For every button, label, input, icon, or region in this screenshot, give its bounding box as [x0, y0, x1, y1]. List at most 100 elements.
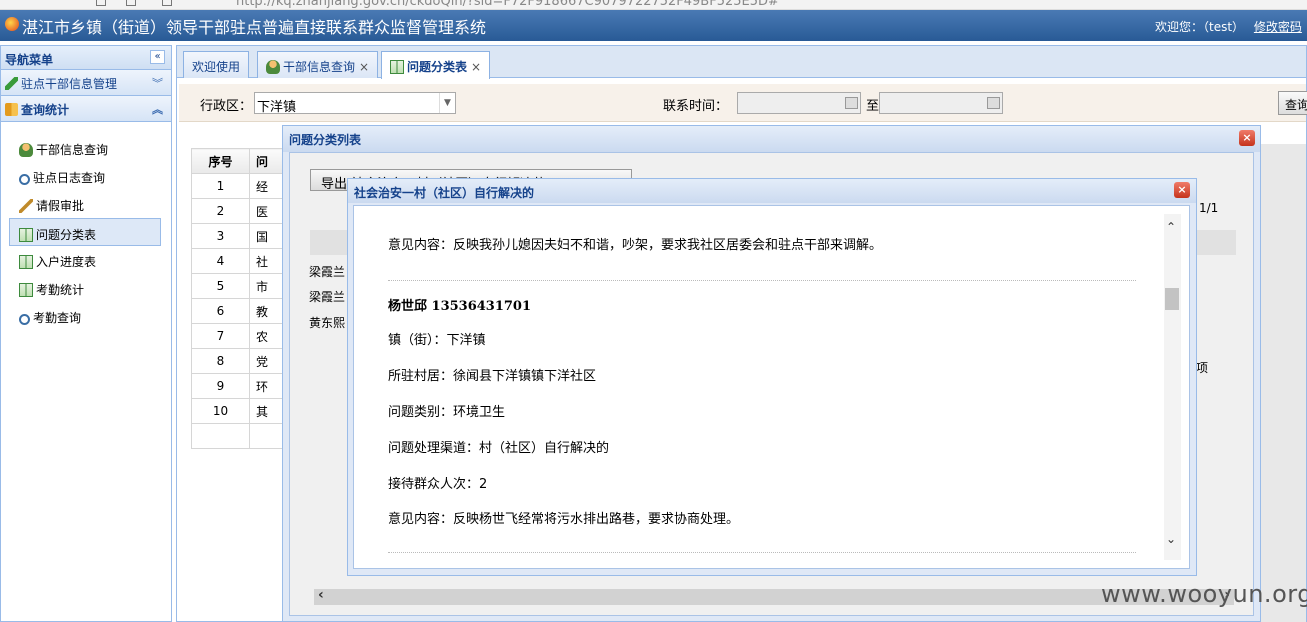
- chevron-left-icon[interactable]: ‹: [318, 587, 324, 603]
- sidebar-item-attendance-query[interactable]: 考勤查询: [1, 302, 171, 330]
- opinion-text: 意见内容：反映杨世飞经常将污水排出路巷，要求协商处理。: [388, 512, 740, 527]
- cell-no: 3: [191, 223, 250, 249]
- close-icon[interactable]: ×: [1239, 130, 1255, 146]
- cell-no: 6: [191, 298, 250, 324]
- close-icon[interactable]: ×: [1174, 182, 1190, 198]
- home-icon[interactable]: [126, 0, 136, 6]
- user-icon: [266, 60, 280, 74]
- divider: [388, 280, 1136, 281]
- sidebar-item-attendance-stats[interactable]: 考勤统计: [1, 274, 171, 302]
- table-icon: [19, 255, 33, 269]
- book-icon: [5, 103, 18, 116]
- sidebar-item-label: 干部信息查询: [36, 143, 109, 157]
- welcome-text: 欢迎您：（test）: [1155, 20, 1245, 34]
- to-label: 至: [866, 99, 880, 114]
- window-title: 问题分类列表: [283, 126, 1260, 152]
- grid-icon[interactable]: [162, 0, 172, 6]
- vertical-scrollbar[interactable]: ⌃ ⌄: [1164, 214, 1181, 560]
- table-icon: [390, 60, 404, 74]
- address-bar[interactable]: http://kq.zhanjiang.gov.cn/ckdoQin/?sid=…: [236, 0, 779, 9]
- search-icon: [19, 314, 30, 325]
- chevron-down-icon[interactable]: ▼: [439, 93, 455, 113]
- region-label: 行政区：: [200, 99, 253, 114]
- back-icon[interactable]: [96, 0, 106, 6]
- close-icon[interactable]: ×: [471, 60, 481, 74]
- accordion-label: 查询统计: [21, 103, 70, 117]
- col-header-no: 序号: [191, 148, 250, 174]
- list-item[interactable]: 梁霞兰: [309, 263, 345, 280]
- cell-no: 5: [191, 273, 250, 299]
- count-field: 接待群众人次：2: [388, 477, 488, 492]
- sidebar: 导航菜单 « 驻点干部信息管理 ︾ 查询统计 ︽ 干部信息查询 驻点日志查询 请…: [0, 45, 172, 622]
- tab-welcome[interactable]: 欢迎使用: [183, 51, 250, 78]
- logo-icon: [5, 17, 19, 31]
- user-icon: [19, 143, 33, 157]
- sidebar-item-visit-progress[interactable]: 入户进度表: [1, 246, 171, 274]
- window-title: 社会治安一村（社区）自行解决的: [348, 179, 1196, 203]
- sidebar-item-log-query[interactable]: 驻点日志查询: [1, 162, 171, 190]
- cell-no: 1: [191, 173, 250, 199]
- scrollbar-thumb[interactable]: [1165, 288, 1179, 310]
- opinion-text: 意见内容：反映我孙儿媳因夫妇不和谐，吵架，要求我社区居委会和驻点干部来调解。: [388, 238, 883, 253]
- sidebar-item-leave-approval[interactable]: 请假审批: [1, 190, 171, 218]
- tab-cadre-query[interactable]: 干部信息查询 ×: [257, 51, 379, 78]
- person-name-phone: 杨世邱 13536431701: [388, 299, 532, 314]
- calendar-icon[interactable]: [987, 97, 1000, 109]
- calendar-icon[interactable]: [845, 97, 858, 109]
- change-password-link[interactable]: 修改密码: [1254, 20, 1302, 34]
- sidebar-title: 导航菜单: [5, 53, 54, 67]
- cell-no: 8: [191, 348, 250, 374]
- sidebar-item-label: 考勤统计: [36, 283, 85, 297]
- pencil-icon: [5, 77, 18, 90]
- end-date-input[interactable]: [879, 92, 1003, 114]
- cell-no: 10: [191, 398, 250, 424]
- chevron-up-icon[interactable]: ⌃: [1166, 220, 1176, 234]
- sidebar-item-issue-category[interactable]: 问题分类表: [9, 218, 161, 246]
- start-date-input[interactable]: [737, 92, 861, 114]
- sidebar-item-label: 驻点日志查询: [33, 171, 106, 185]
- pen-icon: [19, 199, 33, 213]
- chevron-down-icon[interactable]: ⌄: [1166, 532, 1176, 546]
- watermark: www.wooyun.org: [1101, 580, 1307, 608]
- cell-empty: [191, 423, 250, 449]
- sidebar-item-cadre-query[interactable]: 干部信息查询: [1, 134, 171, 162]
- sidebar-header: 导航菜单 «: [1, 46, 171, 70]
- tab-issue-category[interactable]: 问题分类表 ×: [381, 51, 491, 79]
- chevron-down-icon[interactable]: ︾: [152, 75, 163, 91]
- table-icon: [19, 283, 33, 297]
- horizontal-scrollbar[interactable]: ‹ ›: [314, 587, 1234, 605]
- accordion-cadre-management[interactable]: 驻点干部信息管理 ︾: [1, 70, 171, 96]
- app-title: 湛江市乡镇（街道）领导干部驻点普遍直接联系群众监督管理系统: [22, 18, 487, 37]
- query-button[interactable]: 查询: [1278, 91, 1307, 115]
- close-icon[interactable]: ×: [359, 60, 369, 74]
- browser-toolbar: http://kq.zhanjiang.gov.cn/ckdoQin/?sid=…: [0, 0, 1307, 10]
- tab-label: 问题分类表: [407, 60, 468, 74]
- user-area: 欢迎您：（test） 修改密码 安: [1155, 18, 1307, 35]
- cell-no: 9: [191, 373, 250, 399]
- app-header: 湛江市乡镇（街道）领导干部驻点普遍直接联系群众监督管理系统 欢迎您：（test）…: [0, 10, 1307, 41]
- sidebar-menu: 干部信息查询 驻点日志查询 请假审批 问题分类表 入户进度表 考勤统计 考勤查询: [1, 122, 171, 330]
- tab-label: 欢迎使用: [192, 60, 241, 74]
- sidebar-item-label: 请假审批: [36, 199, 85, 213]
- category-field: 问题类别：环境卫生: [388, 405, 506, 420]
- chevron-up-icon[interactable]: ︽: [152, 101, 163, 117]
- issue-detail-content: 意见内容：反映我孙儿媳因夫妇不和谐，吵架，要求我社区居委会和驻点干部来调解。 杨…: [353, 205, 1190, 569]
- channel-field: 问题处理渠道：村（社区）自行解决的: [388, 441, 610, 456]
- sidebar-item-label: 问题分类表: [36, 228, 97, 242]
- page-indicator: 1/1: [1199, 201, 1219, 215]
- accordion-label: 驻点干部信息管理: [21, 77, 118, 91]
- collapse-left-icon[interactable]: «: [150, 50, 165, 64]
- sidebar-item-label: 入户进度表: [36, 255, 97, 269]
- sidebar-item-label: 考勤查询: [33, 311, 82, 325]
- town-field: 镇（街）：下洋镇: [388, 333, 486, 348]
- list-item[interactable]: 黄东熙: [309, 314, 345, 331]
- list-item[interactable]: 梁霞兰: [309, 288, 345, 305]
- issue-detail-window: 社会治安一村（社区）自行解决的 × 意见内容：反映我孙儿媳因夫妇不和谐，吵架，要…: [347, 178, 1197, 576]
- divider: [388, 552, 1136, 553]
- tab-strip: 欢迎使用 干部信息查询 × 问题分类表 ×: [177, 46, 1306, 79]
- region-select[interactable]: 下洋镇 ▼: [254, 92, 456, 115]
- time-label: 联系时间：: [663, 99, 729, 114]
- accordion-query-stats[interactable]: 查询统计 ︽: [1, 96, 171, 122]
- village-field: 所驻村居：徐闻县下洋镇镇下洋社区: [388, 369, 597, 384]
- cell-no: 7: [191, 323, 250, 349]
